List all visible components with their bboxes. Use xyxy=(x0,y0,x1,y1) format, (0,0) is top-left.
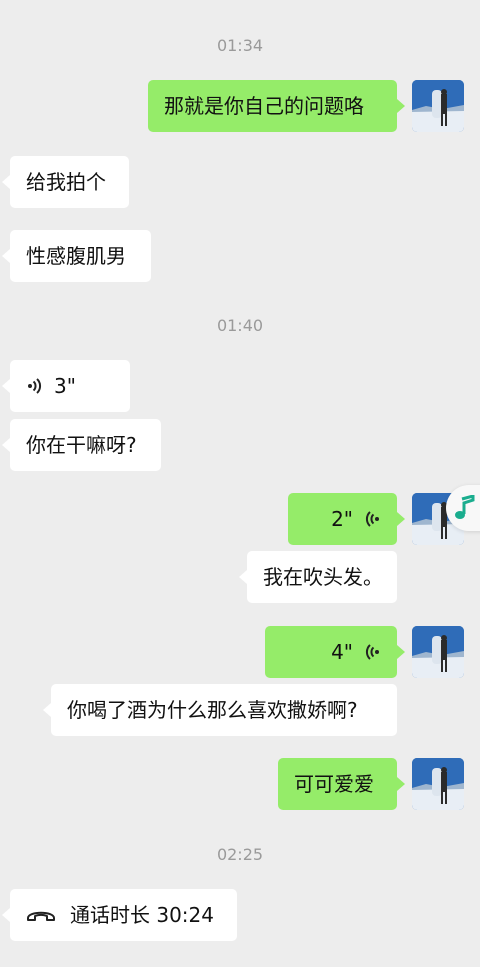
call-record-bubble[interactable]: 通话时长 30:24 xyxy=(2,889,237,941)
avatar-image xyxy=(412,626,464,678)
voice-wave-icon xyxy=(28,378,42,394)
voice-wave-icon xyxy=(365,644,379,660)
message-text: 我在吹头发。 xyxy=(263,565,383,589)
message-bubble-outgoing[interactable]: 可可爱爱 xyxy=(278,758,405,810)
message-text: 可可爱爱 xyxy=(294,772,374,796)
user-avatar[interactable] xyxy=(412,80,464,132)
message-text: 给我拍个 xyxy=(26,170,106,194)
timestamp: 01:34 xyxy=(216,36,264,55)
voice-duration: 3" xyxy=(54,374,76,398)
user-avatar[interactable] xyxy=(412,758,464,810)
message-text: 你在干嘛呀? xyxy=(26,433,137,457)
message-text: 性感腹肌男 xyxy=(26,244,126,268)
voice-duration: 4" xyxy=(331,640,353,664)
avatar-image xyxy=(412,758,464,810)
message-text: 那就是你自己的问题咯 xyxy=(164,94,364,118)
voice-wave-icon xyxy=(365,511,379,527)
phone-handset-icon xyxy=(27,911,55,921)
voice-duration: 2" xyxy=(331,507,353,531)
message-bubble-outgoing-white[interactable]: 我在吹头发。 xyxy=(239,551,397,603)
user-avatar[interactable] xyxy=(412,626,464,678)
message-bubble-outgoing[interactable]: 那就是你自己的问题咯 xyxy=(148,80,405,132)
message-bubble-incoming[interactable]: 你在干嘛呀? xyxy=(2,419,161,471)
timestamp: 01:40 xyxy=(216,316,264,335)
message-bubble-incoming[interactable]: 性感腹肌男 xyxy=(2,230,151,282)
voice-message-incoming[interactable]: 3" xyxy=(2,360,130,412)
call-duration-label: 通话时长 30:24 xyxy=(70,903,214,927)
message-text: 你喝了酒为什么那么喜欢撒娇啊? xyxy=(67,698,358,722)
avatar-image xyxy=(412,80,464,132)
voice-message-outgoing[interactable]: 4" xyxy=(265,626,405,678)
voice-message-outgoing[interactable]: 2" xyxy=(288,493,405,545)
message-bubble-incoming[interactable]: 给我拍个 xyxy=(2,156,129,208)
timestamp: 02:25 xyxy=(216,845,264,864)
message-bubble-outgoing-white[interactable]: 你喝了酒为什么那么喜欢撒娇啊? xyxy=(43,684,397,736)
music-note-icon xyxy=(455,495,475,519)
